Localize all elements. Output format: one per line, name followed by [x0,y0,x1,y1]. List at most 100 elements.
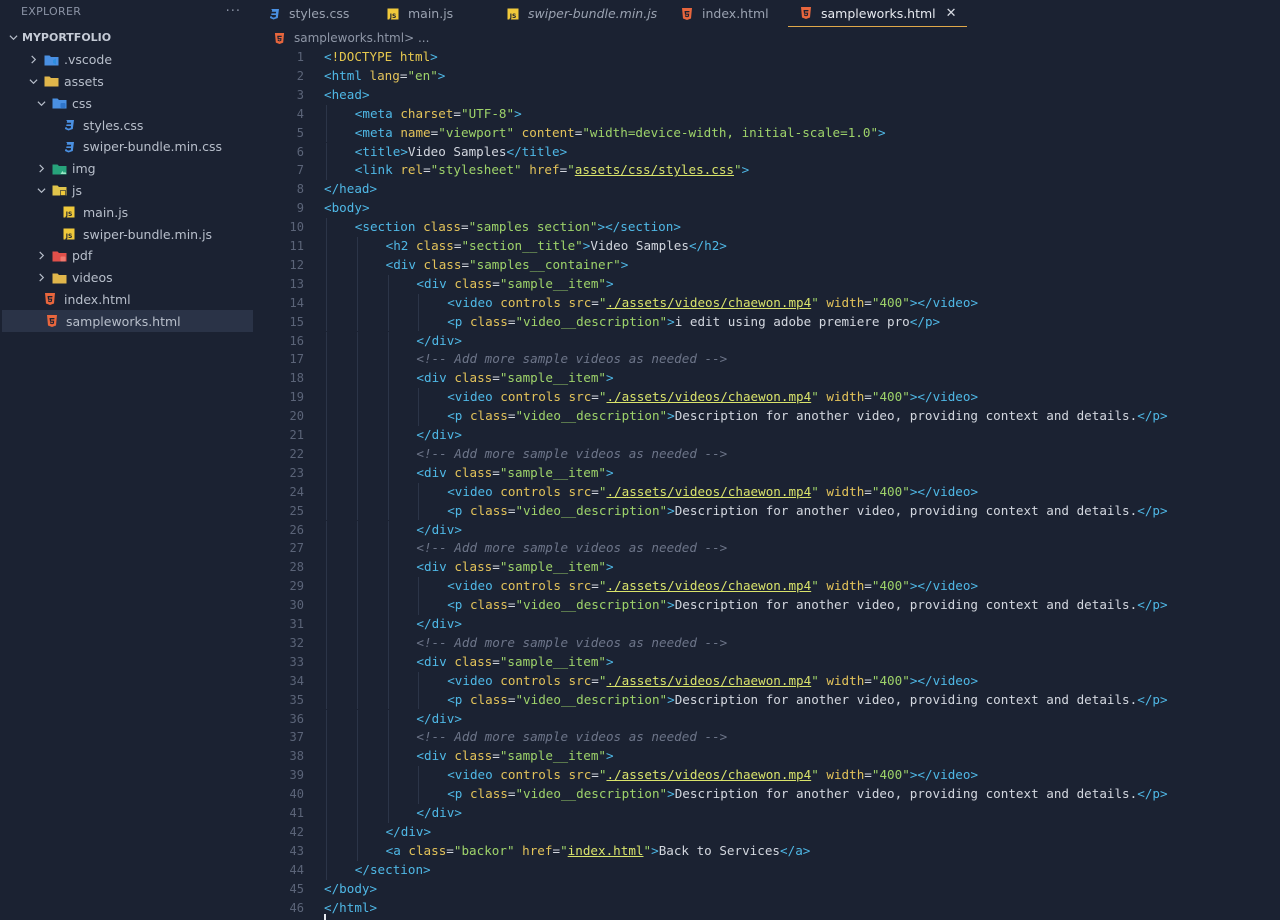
explorer-root-folder[interactable]: MYPORTFOLIO [0,27,255,49]
code-line[interactable]: <div class="sample__item"> [416,747,613,766]
code-line[interactable]: <video controls src="./assets/videos/cha… [447,672,978,691]
code-line[interactable]: <!DOCTYPE html> [324,48,438,67]
code-editor[interactable]: 1 2 3 4 5 6 7 8 9 10 11 12 13 14 15 16 17 18 19 20 21 22 23 24 2… [256,48,1280,920]
tab-label: swiper-bundle.min.js [528,6,658,21]
tree-item[interactable]: swiper-bundle.min.css [0,136,255,158]
tree-item[interactable]: styles.css [0,114,255,136]
code-line[interactable]: <section class="samples section"></secti… [355,218,681,237]
code-line[interactable]: <!-- Add more sample videos as needed --… [416,445,727,464]
code-token: width [826,672,865,688]
code-line[interactable]: </div> [386,823,432,842]
indent-guide [356,407,358,426]
tree-item[interactable]: index.html [0,289,255,311]
tree-item[interactable]: assets [0,71,255,93]
code-line[interactable]: <p class="video__description">Descriptio… [447,407,1167,426]
tab-swiper-bundle-min-js[interactable]: JS swiper-bundle.min.js [507,0,657,27]
code-line[interactable]: <video controls src="./assets/videos/cha… [447,388,978,407]
chevron-right-icon[interactable] [36,250,46,262]
tree-item[interactable]: JS swiper-bundle.min.js [0,223,255,245]
code-line[interactable]: </div> [416,615,462,634]
code-line[interactable]: <video controls src="./assets/videos/cha… [447,577,978,596]
indent-guide [326,558,327,578]
tree-item[interactable]: .vscode [0,49,255,71]
tree-item[interactable]: js [0,180,255,202]
code-line[interactable]: <div class="sample__item"> [416,558,613,577]
code-line[interactable]: <p class="video__description">Descriptio… [447,691,1167,710]
code-token: " [567,162,575,178]
code-line[interactable]: </html> [324,899,377,918]
breadcrumb-file[interactable]: sampleworks.html [294,31,404,45]
tree-item-label: videos [72,270,113,286]
code-line[interactable]: <meta charset="UTF-8"> [355,105,522,124]
code-line[interactable]: <video controls src="./assets/videos/cha… [447,294,978,313]
chevron-down-icon[interactable] [36,184,46,196]
code-line[interactable]: <title>Video Samples</title> [355,143,567,162]
line-number: 6 [296,144,304,159]
code-line[interactable]: <link rel="stylesheet" href="assets/css/… [355,161,749,180]
indent-guide [326,652,327,672]
code-line[interactable]: <div class="sample__item"> [416,369,613,388]
code-line[interactable]: </section> [355,861,431,880]
code-line[interactable]: </div> [416,332,462,351]
tab-styles-css[interactable]: styles.css [268,0,349,27]
code-line[interactable]: </div> [416,426,462,445]
close-icon[interactable]: ✕ [946,6,957,21]
code-line[interactable]: </div> [416,804,462,823]
code-line[interactable]: <p class="video__description">Descriptio… [447,785,1167,804]
code-line[interactable]: <!-- Add more sample videos as needed --… [416,350,727,369]
code-token: body [339,880,370,896]
code-token: "sample__item" [499,275,606,291]
tab-index-html[interactable]: index.html [681,0,769,27]
code-line[interactable]: <div class="sample__item"> [416,653,613,672]
line-number: 10 [289,220,304,235]
line-number: 35 [289,692,304,707]
code-line[interactable]: <body> [324,199,370,218]
code-line[interactable]: <div class="samples__container"> [386,256,629,275]
tree-item[interactable]: pdf [0,245,255,267]
code-token: = [446,842,454,858]
code-line[interactable]: <h2 class="section__title">Video Samples… [386,237,727,256]
code-line[interactable]: <a class="backor" href="index.html">Back… [386,842,811,861]
code-line[interactable]: </div> [416,710,462,729]
code-line[interactable]: <video controls src="./assets/videos/cha… [447,483,978,502]
code-token: </ [1137,408,1153,424]
tree-item[interactable]: css [0,92,255,114]
tab-label: main.js [408,6,454,21]
text-cursor [324,914,326,920]
code-line[interactable]: </head> [324,180,377,199]
code-token: h2 [704,238,720,253]
chevron-down-icon[interactable] [28,75,38,87]
chevron-right-icon[interactable] [36,163,46,175]
chevron-right-icon[interactable] [36,272,46,284]
code-line[interactable]: <!-- Add more sample videos as needed --… [416,634,727,653]
code-token: </ [1137,691,1153,707]
more-actions-icon[interactable]: ··· [226,4,241,19]
tree-item[interactable]: sampleworks.html [2,310,253,333]
code-token: < [416,464,424,480]
tab-main-js[interactable]: JS main.js [387,0,453,27]
tab-sampleworks-html[interactable]: sampleworks.html ✕ [788,0,967,27]
code-line[interactable]: <meta name="viewport" content="width=dev… [355,124,886,143]
code-line[interactable]: <head> [324,86,370,105]
chevron-down-icon[interactable] [8,32,18,44]
tree-item[interactable]: img [0,158,255,180]
code-line[interactable]: <!-- Add more sample videos as needed --… [416,539,727,558]
code-line[interactable]: <p class="video__description">Descriptio… [447,502,1167,521]
chevron-down-icon[interactable] [36,97,46,109]
indent-guide [326,728,327,748]
code-line[interactable]: <video controls src="./assets/videos/cha… [447,766,978,785]
tree-item[interactable]: JS main.js [0,201,255,223]
code-line[interactable]: <p class="video__description">i edit usi… [447,313,940,332]
line-number: 20 [289,409,304,424]
breadcrumb-rest[interactable]: > ... [404,31,429,45]
code-line[interactable]: </body> [324,880,377,899]
code-token: </ [324,899,340,915]
code-line[interactable]: <html lang="en"> [324,67,445,86]
code-line[interactable]: <div class="sample__item"> [416,464,613,483]
code-line[interactable]: <p class="video__description">Descriptio… [447,596,1167,615]
code-line[interactable]: </div> [416,521,462,540]
code-line[interactable]: <!-- Add more sample videos as needed --… [416,728,727,747]
code-line[interactable]: <div class="sample__item"> [416,275,613,294]
chevron-right-icon[interactable] [28,54,38,66]
tree-item[interactable]: videos [0,267,255,289]
